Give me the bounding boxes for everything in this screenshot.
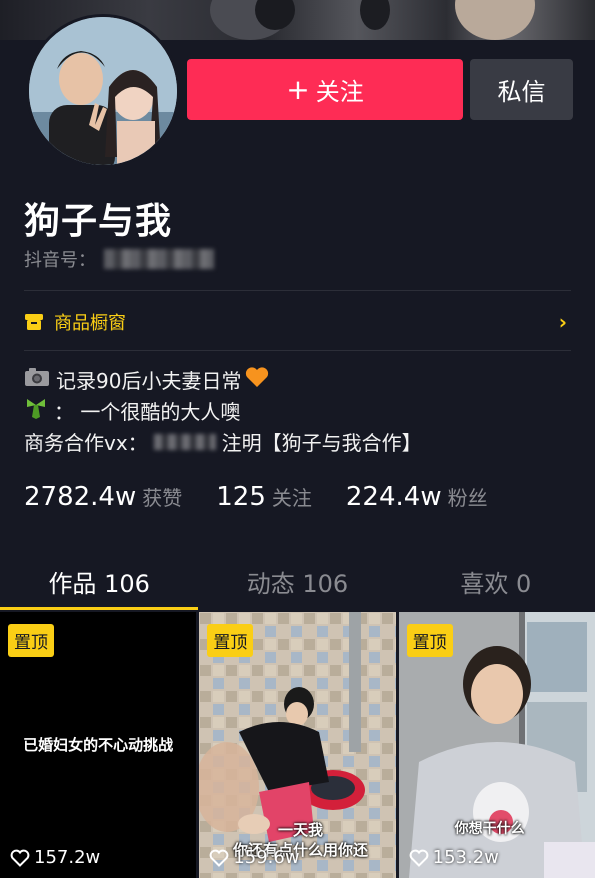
divider xyxy=(24,350,571,351)
following-label[interactable]: 关注 xyxy=(272,482,312,511)
plus-icon: + xyxy=(286,72,310,106)
tab-likes[interactable]: 喜欢 0 xyxy=(397,552,595,610)
following-count[interactable]: 125 xyxy=(216,482,266,512)
profile-nickname: 狗子与我 xyxy=(24,201,173,242)
video-grid: 置顶 已婚妇女的不心动挑战 157.2w 置顶 一天我 你还有点什么用你还 15… xyxy=(0,612,595,878)
blurred-contact xyxy=(153,433,216,450)
shop-icon xyxy=(24,313,44,331)
likes-count: 2782.4w xyxy=(24,482,137,512)
message-button[interactable]: 私信 xyxy=(470,59,573,120)
video-likes: 157.2w xyxy=(10,847,100,868)
bio-text-3-suffix: 注明【狗子与我合作】 xyxy=(221,431,422,455)
video-likes: 159.6w xyxy=(209,847,300,868)
tab-works[interactable]: 作品 106 xyxy=(0,552,199,610)
bio-line-1: 记录90后小夫妻日常 xyxy=(24,365,269,394)
heart-icon xyxy=(409,849,429,867)
video-thumbnail[interactable]: 置顶 已婚妇女的不心动挑战 157.2w xyxy=(0,612,197,878)
bio-line-2: ： 一个很酷的大人噢 xyxy=(24,396,240,425)
bio-text-2: ： 一个很酷的大人噢 xyxy=(54,400,241,424)
video-like-count: 157.2w xyxy=(34,847,101,868)
pinned-badge: 置顶 xyxy=(8,624,54,657)
message-label: 私信 xyxy=(497,78,546,106)
avatar[interactable] xyxy=(26,14,180,168)
bio-line-3: 商务合作vx： 注明【狗子与我合作】 xyxy=(24,427,422,456)
blurred-id xyxy=(104,249,214,269)
video-subtitle: 你想干什么 xyxy=(454,821,525,837)
camera-icon xyxy=(24,367,50,392)
stats-row: 2782.4w 获赞 125 关注 224.4w 粉丝 xyxy=(24,482,488,512)
shop-window-label: 商品橱窗 xyxy=(54,313,126,334)
divider xyxy=(24,290,571,291)
video-thumbnail[interactable]: 置顶 你想干什么 153.2w xyxy=(398,612,595,878)
chevron-right-icon: › xyxy=(558,310,567,334)
heart-icon xyxy=(209,849,229,867)
heart-icon xyxy=(10,849,30,867)
follow-label: 关注 xyxy=(315,78,364,106)
bio-text-1: 记录90后小夫妻日常 xyxy=(56,369,242,393)
video-like-count: 153.2w xyxy=(432,847,499,868)
orange-heart-icon xyxy=(245,366,269,393)
shop-window-row[interactable]: 商品橱窗 › xyxy=(24,308,571,336)
profile-tabs: 作品 106 动态 106 喜欢 0 xyxy=(0,552,595,610)
likes-label: 获赞 xyxy=(142,486,183,510)
douyin-id: 抖音号： xyxy=(24,246,214,272)
tab-updates[interactable]: 动态 106 xyxy=(198,552,396,610)
bio-text-3-prefix: 商务合作vx： xyxy=(24,431,148,455)
followers-count[interactable]: 224.4w xyxy=(346,482,442,512)
pinned-badge: 置顶 xyxy=(207,624,254,657)
followers-label[interactable]: 粉丝 xyxy=(448,482,488,511)
video-like-count: 159.6w xyxy=(233,847,300,868)
douyin-id-label: 抖音号： xyxy=(24,250,96,271)
necktie-icon xyxy=(24,397,48,424)
video-title: 已婚妇女的不心动挑战 xyxy=(23,736,174,754)
video-thumbnail[interactable]: 置顶 一天我 你还有点什么用你还 159.6w xyxy=(199,612,396,878)
video-likes: 153.2w xyxy=(409,847,499,868)
follow-button[interactable]: + 关注 xyxy=(187,59,463,120)
pinned-badge: 置顶 xyxy=(406,624,453,657)
